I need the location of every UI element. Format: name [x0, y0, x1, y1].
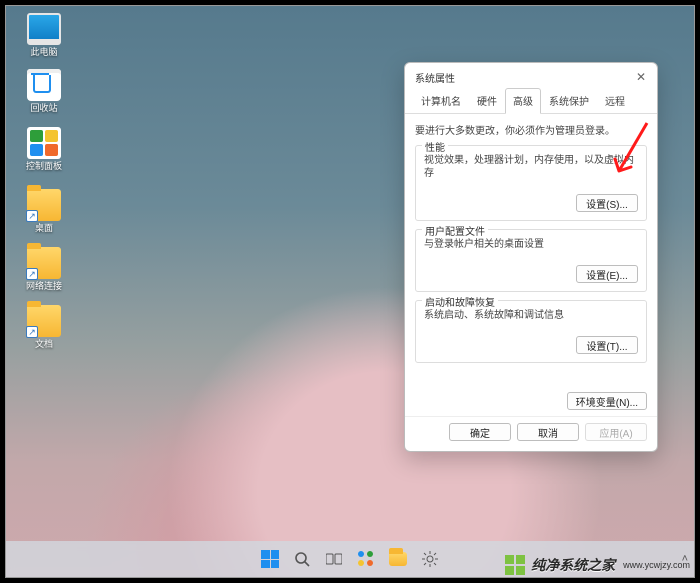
- admin-note: 要进行大多数更改，你必须作为管理员登录。: [415, 122, 647, 137]
- desktop-icon-cpl-2[interactable]: 控制面板: [12, 124, 76, 182]
- tab-1[interactable]: 硬件: [469, 88, 505, 114]
- desktop-icon-pc-0[interactable]: 此电脑: [12, 8, 76, 66]
- search-icon: [294, 551, 310, 567]
- folder-icon: [389, 552, 407, 566]
- desktop-icon-folder-5[interactable]: ↗文档: [12, 298, 76, 356]
- group-title: 性能: [422, 139, 448, 154]
- cancel-button[interactable]: 取消: [517, 423, 579, 441]
- startup-recovery-group: 启动和故障恢复 系统启动、系统故障和调试信息 设置(T)...: [415, 300, 647, 363]
- ok-button[interactable]: 确定: [449, 423, 511, 441]
- gear-icon: [422, 551, 438, 567]
- desktop-icon-label: 桌面: [35, 223, 53, 234]
- dialog-title: 系统属性: [415, 70, 455, 85]
- tab-2[interactable]: 高级: [505, 88, 541, 114]
- group-title: 启动和故障恢复: [422, 294, 498, 309]
- performance-group: 性能 视觉效果，处理器计划，内存使用，以及虚拟内存 设置(S)...: [415, 145, 647, 221]
- group-desc: 系统启动、系统故障和调试信息: [424, 309, 638, 322]
- desktop[interactable]: 此电脑回收站控制面板 ↗桌面↗网络连接↗文档 系统属性 ✕ 计算机名硬件高级系统保…: [6, 6, 694, 577]
- desktop-icon-folder-4[interactable]: ↗网络连接: [12, 240, 76, 298]
- desktop-icon-folder-3[interactable]: ↗桌面: [12, 182, 76, 240]
- env-vars-button[interactable]: 环境变量(N)...: [567, 392, 647, 410]
- group-desc: 与登录帐户相关的桌面设置: [424, 238, 638, 251]
- desktop-icon-label: 控制面板: [26, 161, 62, 172]
- dialog-tabs: 计算机名硬件高级系统保护远程: [405, 87, 657, 114]
- profiles-settings-button[interactable]: 设置(E)...: [576, 265, 638, 283]
- watermark: 纯净系统之家 www.ycwjzy.com: [505, 553, 690, 577]
- start-button[interactable]: [257, 546, 283, 572]
- settings-button[interactable]: [417, 546, 443, 572]
- task-view-button[interactable]: [321, 546, 347, 572]
- watermark-text: 纯净系统之家: [531, 555, 615, 575]
- desktop-icon-label: 回收站: [30, 103, 57, 114]
- user-profiles-group: 用户配置文件 与登录帐户相关的桌面设置 设置(E)...: [415, 229, 647, 292]
- tab-3[interactable]: 系统保护: [541, 88, 597, 114]
- performance-settings-button[interactable]: 设置(S)...: [576, 194, 638, 212]
- desktop-icon-label: 文档: [35, 339, 53, 350]
- close-icon[interactable]: ✕: [633, 69, 649, 85]
- watermark-logo-icon: [505, 555, 525, 575]
- watermark-url: www.ycwjzy.com: [623, 560, 690, 570]
- desktop-icon-label: 网络连接: [26, 281, 62, 292]
- desktop-icon-bin-1[interactable]: 回收站: [12, 66, 76, 124]
- widgets-icon: [358, 551, 374, 567]
- task-view-icon: [326, 552, 342, 566]
- group-desc: 视觉效果，处理器计划，内存使用，以及虚拟内存: [424, 154, 638, 180]
- dialog-titlebar[interactable]: 系统属性 ✕: [405, 63, 657, 87]
- tab-4[interactable]: 远程: [597, 88, 633, 114]
- tab-0[interactable]: 计算机名: [413, 88, 469, 114]
- windows-logo-icon: [261, 550, 279, 568]
- search-button[interactable]: [289, 546, 315, 572]
- explorer-button[interactable]: [385, 546, 411, 572]
- dialog-footer: 确定 取消 应用(A): [405, 416, 657, 451]
- startup-settings-button[interactable]: 设置(T)...: [576, 336, 638, 354]
- system-properties-dialog: 系统属性 ✕ 计算机名硬件高级系统保护远程 要进行大多数更改，你必须作为管理员登…: [404, 62, 658, 452]
- group-title: 用户配置文件: [422, 223, 488, 238]
- widgets-button[interactable]: [353, 546, 379, 572]
- apply-button: 应用(A): [585, 423, 647, 441]
- desktop-icon-label: 此电脑: [30, 47, 57, 58]
